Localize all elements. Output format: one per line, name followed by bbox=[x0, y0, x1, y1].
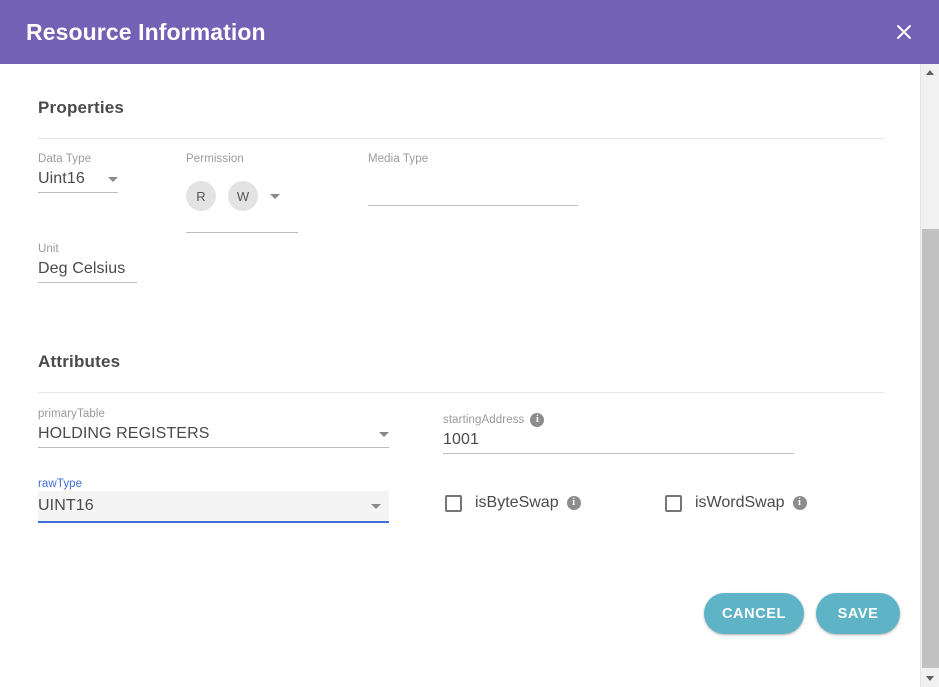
raw-type-value: UINT16 bbox=[38, 493, 94, 519]
data-type-field[interactable]: Data Type Uint16 bbox=[38, 152, 118, 193]
permission-field[interactable]: Permission R W bbox=[186, 152, 298, 233]
scroll-down-arrow-icon[interactable] bbox=[921, 670, 939, 687]
vertical-scrollbar[interactable] bbox=[920, 64, 939, 687]
unit-underline bbox=[38, 282, 137, 283]
is-byte-swap-checkbox[interactable] bbox=[445, 495, 462, 512]
media-type-label: Media Type bbox=[368, 152, 578, 166]
starting-address-field[interactable]: startingAddress i 1001 bbox=[443, 413, 794, 454]
raw-type-field[interactable]: rawType UINT16 bbox=[38, 477, 389, 523]
raw-type-underline bbox=[38, 521, 389, 523]
info-icon[interactable]: i bbox=[530, 413, 544, 427]
data-type-underline bbox=[38, 192, 118, 193]
starting-address-value: 1001 bbox=[443, 427, 479, 453]
chevron-down-icon[interactable] bbox=[379, 432, 389, 437]
is-byte-swap-checkbox-row[interactable]: isByteSwap i bbox=[445, 494, 581, 512]
starting-address-underline bbox=[443, 453, 794, 454]
primary-table-value: HOLDING REGISTERS bbox=[38, 421, 210, 447]
primary-table-label: primaryTable bbox=[38, 407, 389, 421]
permission-chip-read[interactable]: R bbox=[186, 181, 216, 211]
info-icon[interactable]: i bbox=[793, 496, 807, 510]
properties-divider bbox=[38, 138, 884, 139]
media-type-underline bbox=[368, 205, 578, 206]
cancel-button[interactable]: CANCEL bbox=[704, 593, 804, 634]
scroll-up-arrow-icon[interactable] bbox=[921, 64, 939, 81]
unit-value: Deg Celsius bbox=[38, 256, 125, 282]
properties-section-heading: Properties bbox=[38, 98, 124, 118]
is-word-swap-checkbox-row[interactable]: isWordSwap i bbox=[665, 494, 807, 512]
scrollbar-thumb[interactable] bbox=[922, 229, 939, 668]
chevron-down-icon[interactable] bbox=[371, 504, 381, 509]
starting-address-label: startingAddress i bbox=[443, 413, 794, 427]
chevron-down-icon[interactable] bbox=[108, 177, 118, 182]
is-word-swap-checkbox[interactable] bbox=[665, 495, 682, 512]
primary-table-field[interactable]: primaryTable HOLDING REGISTERS bbox=[38, 407, 389, 448]
permission-chip-write[interactable]: W bbox=[228, 181, 258, 211]
save-button[interactable]: SAVE bbox=[816, 593, 900, 634]
permission-underline bbox=[186, 232, 298, 233]
permission-label: Permission bbox=[186, 152, 298, 166]
info-icon[interactable]: i bbox=[567, 496, 581, 510]
attributes-divider bbox=[38, 392, 884, 393]
primary-table-underline bbox=[38, 447, 389, 448]
dialog-titlebar: Resource Information bbox=[0, 0, 939, 64]
data-type-value: Uint16 bbox=[38, 166, 85, 192]
is-byte-swap-label: isByteSwap bbox=[475, 494, 559, 512]
unit-label: Unit bbox=[38, 242, 137, 256]
attributes-section-heading: Attributes bbox=[38, 352, 120, 372]
is-word-swap-label: isWordSwap bbox=[695, 494, 785, 512]
data-type-label: Data Type bbox=[38, 152, 118, 166]
dialog-body: Properties Data Type Uint16 Permission R… bbox=[0, 64, 920, 687]
media-type-field[interactable]: Media Type bbox=[368, 152, 578, 206]
dialog-title: Resource Information bbox=[26, 21, 266, 44]
resource-information-dialog: Resource Information Properties Data Typ… bbox=[0, 0, 939, 687]
starting-address-label-text: startingAddress bbox=[443, 414, 524, 426]
chevron-down-icon[interactable] bbox=[270, 194, 280, 199]
raw-type-label: rawType bbox=[38, 477, 389, 491]
unit-field[interactable]: Unit Deg Celsius bbox=[38, 242, 137, 283]
close-icon[interactable] bbox=[887, 15, 921, 49]
